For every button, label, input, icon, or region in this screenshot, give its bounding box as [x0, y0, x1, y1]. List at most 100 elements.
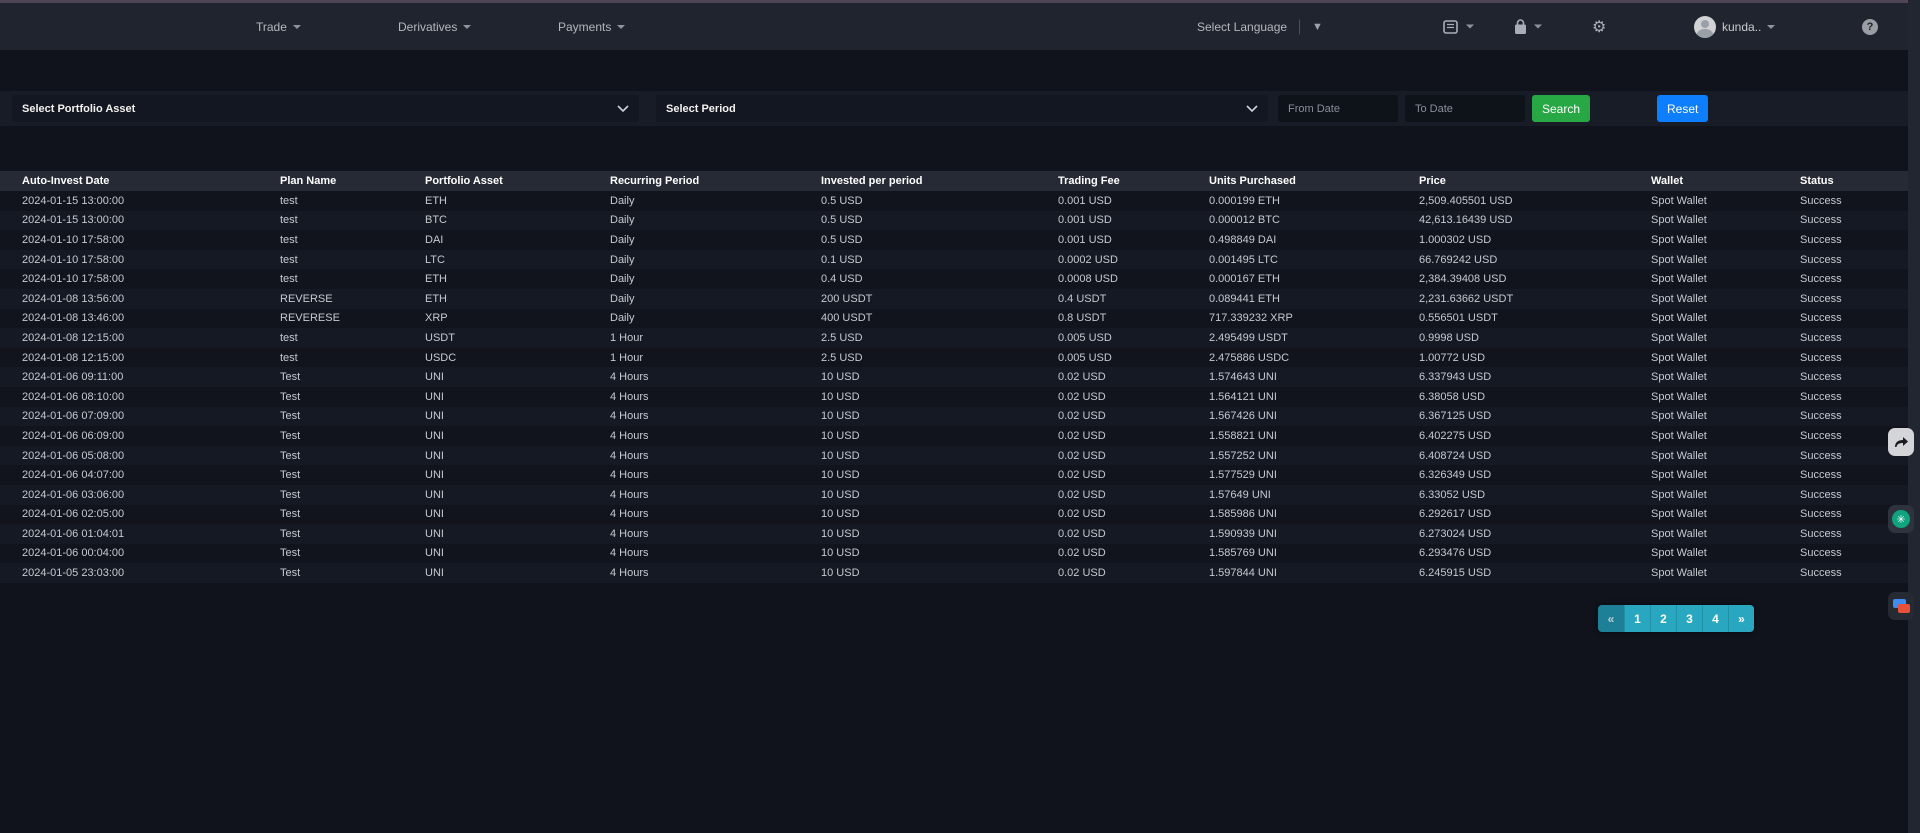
table-cell: Daily — [610, 250, 821, 270]
table-cell: 2024-01-15 13:00:00 — [0, 191, 280, 211]
table-cell: Success — [1800, 563, 1920, 583]
pagination-page-3[interactable]: 3 — [1676, 605, 1702, 632]
table-cell: test — [280, 269, 425, 289]
table-cell: Daily — [610, 309, 821, 329]
table-cell: 2024-01-06 02:05:00 — [0, 505, 280, 525]
table-cell: 10 USD — [821, 387, 1058, 407]
apps-grid-icon[interactable] — [762, 19, 784, 35]
table-header-cell: Portfolio Asset — [425, 171, 610, 191]
pagination-prev-button[interactable]: « — [1598, 605, 1624, 632]
table-row: 2024-01-10 17:58:00testDAIDaily0.5 USD0.… — [0, 230, 1920, 250]
avatar — [1694, 16, 1716, 38]
table-cell: 0.02 USD — [1058, 465, 1209, 485]
table-cell: Test — [280, 446, 425, 466]
table-cell: UNI — [425, 407, 610, 427]
table-cell: 0.02 USD — [1058, 367, 1209, 387]
nav-trade[interactable]: Trade — [256, 20, 301, 34]
table-cell: test — [280, 211, 425, 231]
settings-gear-icon[interactable]: ⚙ — [1592, 17, 1606, 37]
table-cell: Success — [1800, 289, 1920, 309]
table-header-cell: Auto-Invest Date — [0, 171, 280, 191]
table-cell: Success — [1800, 465, 1920, 485]
table-body: 2024-01-15 13:00:00testETHDaily0.5 USD0.… — [0, 191, 1920, 583]
nav-payments[interactable]: Payments — [558, 20, 625, 34]
orders-book-button[interactable] — [1443, 19, 1474, 34]
table-cell: 2.475886 USDC — [1209, 348, 1419, 368]
table-cell: Test — [280, 505, 425, 525]
table-cell: 1.585986 UNI — [1209, 505, 1419, 525]
table-cell: 0.089441 ETH — [1209, 289, 1419, 309]
pagination-page-2[interactable]: 2 — [1650, 605, 1676, 632]
nav-derivatives[interactable]: Derivatives — [398, 20, 471, 34]
pagination-next-button[interactable]: » — [1728, 605, 1754, 632]
table-cell: 2.5 USD — [821, 348, 1058, 368]
table-cell: 10 USD — [821, 505, 1058, 525]
user-menu[interactable]: kunda.. — [1694, 16, 1775, 38]
livechat-icon[interactable] — [1888, 592, 1914, 620]
table-cell: 0.4 USDT — [1058, 289, 1209, 309]
table-cell: 0.5 USD — [821, 211, 1058, 231]
table-cell: Success — [1800, 407, 1920, 427]
share-icon[interactable] — [1888, 428, 1914, 456]
table-row: 2024-01-06 07:09:00TestUNI4 Hours10 USD0… — [0, 407, 1920, 427]
table-cell: 2024-01-05 23:03:00 — [0, 563, 280, 583]
table-cell: 4 Hours — [610, 387, 821, 407]
table-cell: Spot Wallet — [1651, 289, 1800, 309]
table-cell: Test — [280, 544, 425, 564]
table-header-cell: Wallet — [1651, 171, 1800, 191]
table-cell: 4 Hours — [610, 563, 821, 583]
table-cell: Success — [1800, 328, 1920, 348]
app-screen: Trade Derivatives Payments Select Langua… — [0, 0, 1920, 833]
portfolio-asset-select[interactable]: Select Portfolio Asset — [12, 95, 639, 122]
table-cell: 2024-01-10 17:58:00 — [0, 269, 280, 289]
table-cell: 1.567426 UNI — [1209, 407, 1419, 427]
table-cell: UNI — [425, 485, 610, 505]
chatgpt-logo-icon: ✳ — [1892, 510, 1910, 528]
table-cell: 6.402275 USD — [1419, 426, 1651, 446]
table-header-cell: Trading Fee — [1058, 171, 1209, 191]
table-cell: UNI — [425, 387, 610, 407]
table-cell: UNI — [425, 544, 610, 564]
table-cell: 4 Hours — [610, 524, 821, 544]
table-cell: 0.02 USD — [1058, 485, 1209, 505]
table-cell: 1.597844 UNI — [1209, 563, 1419, 583]
table-cell: 0.498849 DAI — [1209, 230, 1419, 250]
scrollbar-track[interactable] — [1908, 0, 1920, 833]
pagination-page-1[interactable]: 1 — [1624, 605, 1650, 632]
to-date-input[interactable] — [1405, 95, 1525, 122]
language-selector[interactable]: Select Language — [1197, 20, 1287, 34]
table-cell: Spot Wallet — [1651, 230, 1800, 250]
wallet-bag-button[interactable] — [1513, 18, 1542, 35]
period-select[interactable]: Select Period — [656, 95, 1268, 122]
help-button[interactable]: ? — [1862, 19, 1878, 35]
table-cell: Spot Wallet — [1651, 446, 1800, 466]
table-cell: XRP — [425, 309, 610, 329]
table-row: 2024-01-06 09:11:00TestUNI4 Hours10 USD0… — [0, 367, 1920, 387]
table-cell: 66.769242 USD — [1419, 250, 1651, 270]
table-cell: 400 USDT — [821, 309, 1058, 329]
table-cell: BTC — [425, 211, 610, 231]
table-cell: Success — [1800, 230, 1920, 250]
reset-button[interactable]: Reset — [1657, 95, 1708, 122]
table-cell: Success — [1800, 544, 1920, 564]
pagination-page-4[interactable]: 4 — [1702, 605, 1728, 632]
table-cell: UNI — [425, 563, 610, 583]
from-date-input[interactable] — [1278, 95, 1398, 122]
pagination: «1234» — [1598, 605, 1754, 632]
table-header-cell: Status — [1800, 171, 1920, 191]
language-dropdown-icon[interactable]: ▼ — [1312, 21, 1323, 33]
table-header-cell: Recurring Period — [610, 171, 821, 191]
chatgpt-extension-icon[interactable]: ✳ — [1888, 505, 1914, 533]
table-cell: 0.000199 ETH — [1209, 191, 1419, 211]
table-cell: 6.293476 USD — [1419, 544, 1651, 564]
filter-panel: Select Portfolio Asset Select Period Sea… — [0, 91, 1920, 126]
table-cell: 0.02 USD — [1058, 446, 1209, 466]
table-cell: 10 USD — [821, 563, 1058, 583]
table-cell: 0.02 USD — [1058, 505, 1209, 525]
table-row: 2024-01-06 06:09:00TestUNI4 Hours10 USD0… — [0, 426, 1920, 446]
table-cell: 0.02 USD — [1058, 426, 1209, 446]
period-select-value: Select Period — [666, 103, 736, 115]
search-button[interactable]: Search — [1532, 95, 1590, 122]
table-cell: 10 USD — [821, 524, 1058, 544]
table-row: 2024-01-06 04:07:00TestUNI4 Hours10 USD0… — [0, 465, 1920, 485]
